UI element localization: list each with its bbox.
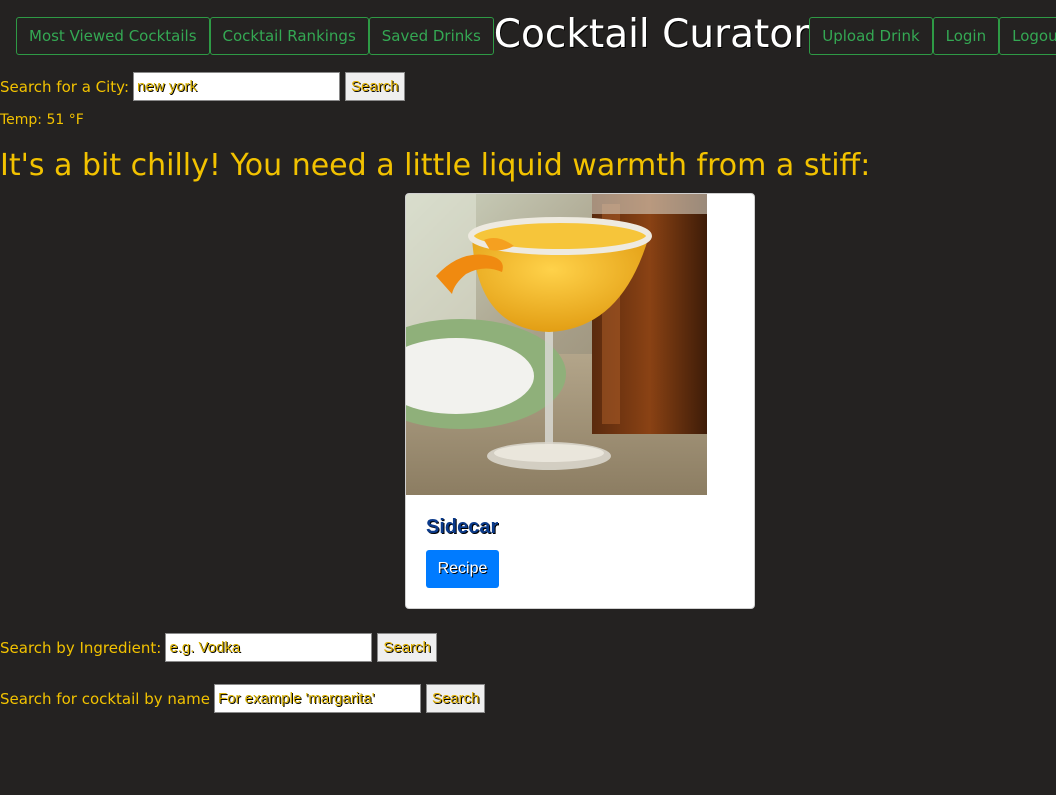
cocktail-photo xyxy=(406,194,707,495)
name-search-button[interactable]: Search xyxy=(425,684,486,713)
nav-logout-button[interactable]: Logout xyxy=(999,17,1056,55)
ingredient-search-input[interactable] xyxy=(165,633,373,662)
top-nav: Most Viewed Cocktails Cocktail Rankings … xyxy=(16,12,1056,57)
city-search-form: Search for a City: Search xyxy=(0,72,405,101)
recipe-button[interactable]: Recipe xyxy=(426,550,499,588)
nav-login-button[interactable]: Login xyxy=(932,17,1000,55)
brand-title: Cocktail Curator xyxy=(493,12,810,57)
ingredient-search-label: Search by Ingredient: xyxy=(0,638,162,657)
city-search-input[interactable] xyxy=(133,72,341,101)
temperature-readout: Temp: 51 °F xyxy=(0,112,84,128)
name-search-input[interactable] xyxy=(213,684,421,713)
city-search-label: Search for a City: xyxy=(0,77,130,96)
name-search-form: Search for cocktail by name Search xyxy=(0,684,486,713)
cocktail-title: Sidecar xyxy=(426,516,499,538)
nav-rankings-button[interactable]: Cocktail Rankings xyxy=(209,17,369,55)
nav-saved-drinks-button[interactable]: Saved Drinks xyxy=(368,17,494,55)
recommendation-headline: It's a bit chilly! You need a little liq… xyxy=(0,148,871,183)
page: Most Viewed Cocktails Cocktail Rankings … xyxy=(0,0,1056,795)
nav-upload-drink-button[interactable]: Upload Drink xyxy=(809,17,933,55)
ingredient-search-form: Search by Ingredient: Search xyxy=(0,633,437,662)
ingredient-search-button[interactable]: Search xyxy=(377,633,437,662)
name-search-label: Search for cocktail by name xyxy=(0,689,210,708)
cocktail-card: Sidecar Recipe xyxy=(405,193,755,609)
nav-most-viewed-button[interactable]: Most Viewed Cocktails xyxy=(16,17,210,55)
city-search-button[interactable]: Search xyxy=(345,72,405,101)
